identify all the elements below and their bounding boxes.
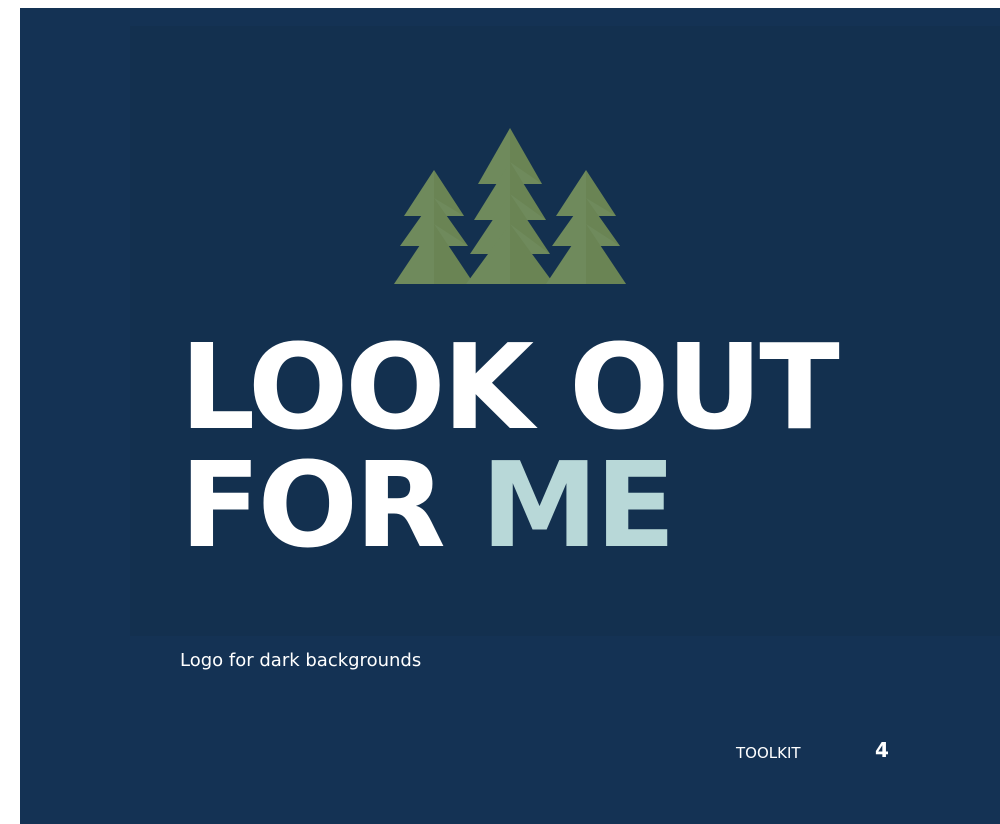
left-tree — [394, 170, 474, 284]
wordmark-me: ME — [480, 436, 676, 574]
logo-caption: Logo for dark backgrounds — [180, 650, 422, 671]
wordmark-for: FOR — [180, 436, 446, 574]
pine-trees-icon — [394, 128, 626, 284]
wordmark-line-1: LOOK OUT — [180, 318, 840, 456]
wordmark-line-2: FOR ME — [180, 446, 880, 564]
right-tree — [546, 170, 626, 284]
footer-label: TOOLKIT — [736, 744, 801, 762]
logo-wordmark: LOOK OUT FOR ME — [180, 328, 880, 564]
center-tree — [466, 128, 554, 284]
page-number: 4 — [875, 738, 889, 762]
toolkit-page: LOOK OUT FOR ME Logo for dark background… — [20, 8, 1000, 824]
